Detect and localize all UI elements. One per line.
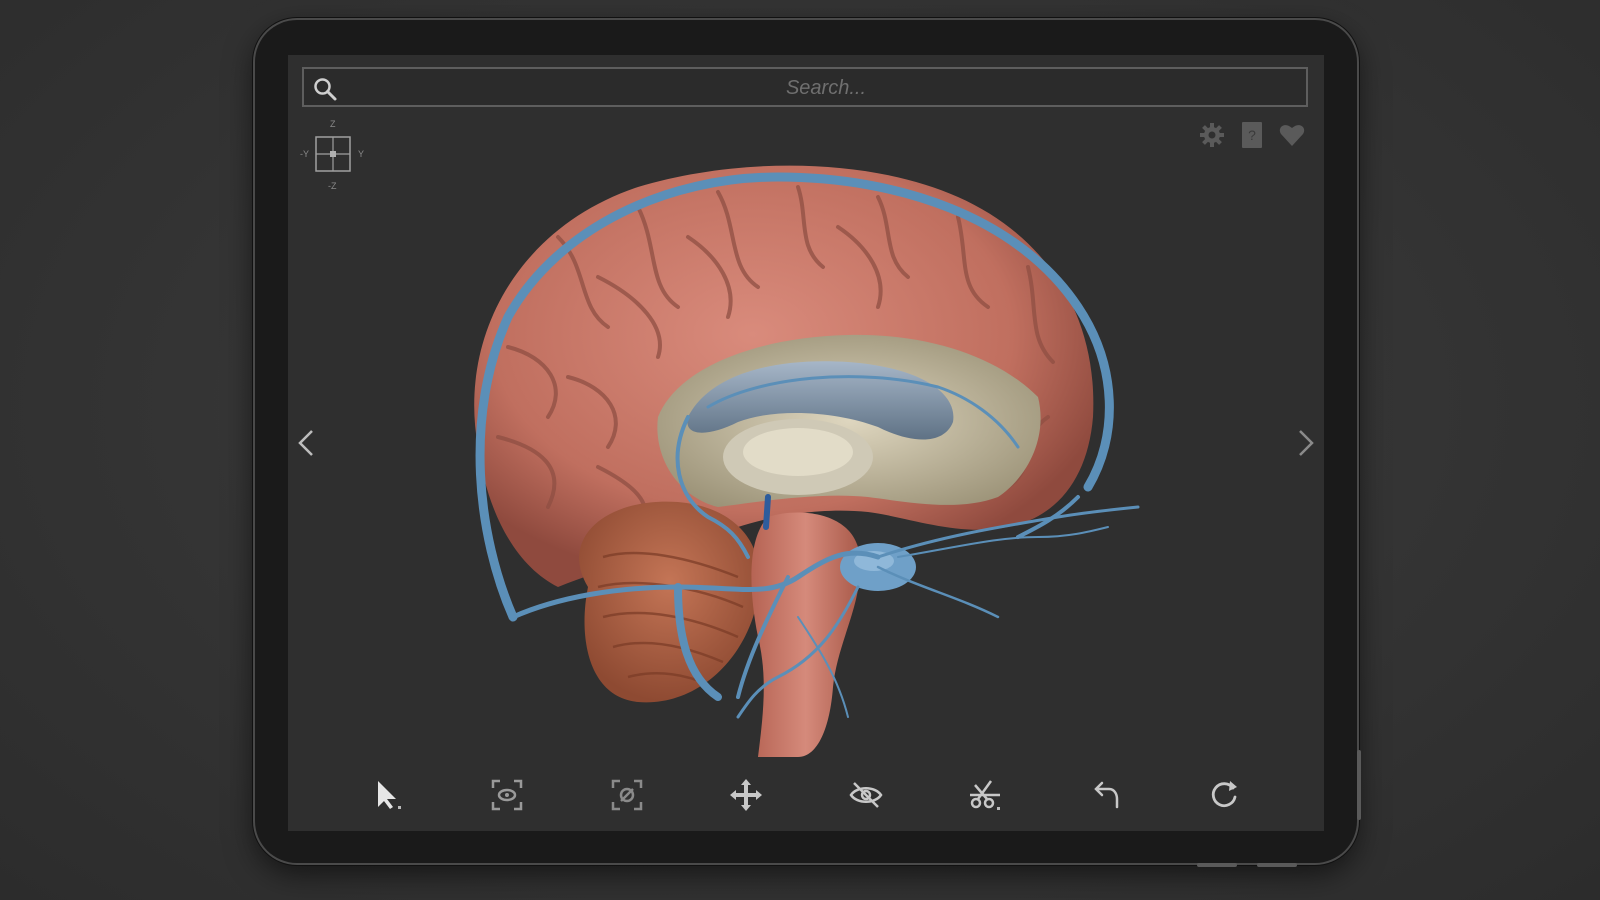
axis-label-neg-y: -Y [300, 149, 309, 159]
svg-text:?: ? [1248, 127, 1256, 143]
bottom-toolbar [288, 759, 1324, 831]
top-right-icons: ? [1198, 121, 1306, 149]
focus-view-icon[interactable] [605, 773, 649, 817]
undo-icon[interactable] [1083, 773, 1127, 817]
tablet-top-button [1257, 863, 1297, 867]
gear-icon[interactable] [1198, 121, 1226, 149]
search-icon[interactable] [312, 76, 338, 102]
isolate-view-icon[interactable] [485, 773, 529, 817]
tablet-side-button [1357, 750, 1361, 820]
reset-icon[interactable] [1202, 773, 1246, 817]
heart-icon[interactable] [1278, 121, 1306, 149]
axis-label-neg-z: -Z [328, 181, 337, 191]
brain-model [474, 165, 1140, 757]
select-arrow-icon[interactable] [366, 773, 410, 817]
chevron-left-icon[interactable] [292, 423, 322, 463]
search-input[interactable] [344, 69, 1308, 107]
help-icon[interactable]: ? [1238, 121, 1266, 149]
brainstem [751, 512, 861, 757]
tablet-frame: Z -Z -Y Y [255, 20, 1361, 867]
axis-gizmo[interactable]: Z -Z -Y Y [294, 117, 374, 197]
chevron-right-icon[interactable] [1290, 423, 1320, 463]
axis-label-y: Y [358, 149, 365, 159]
cut-scissors-icon[interactable] [963, 773, 1007, 817]
tablet-top-button [1197, 863, 1237, 867]
axis-label-z: Z [330, 119, 336, 129]
app-screen: Z -Z -Y Y [288, 55, 1324, 831]
brain-3d-viewport[interactable] [438, 117, 1158, 757]
move-icon[interactable] [724, 773, 768, 817]
hide-eye-icon[interactable] [844, 773, 888, 817]
search-bar[interactable] [302, 67, 1308, 107]
